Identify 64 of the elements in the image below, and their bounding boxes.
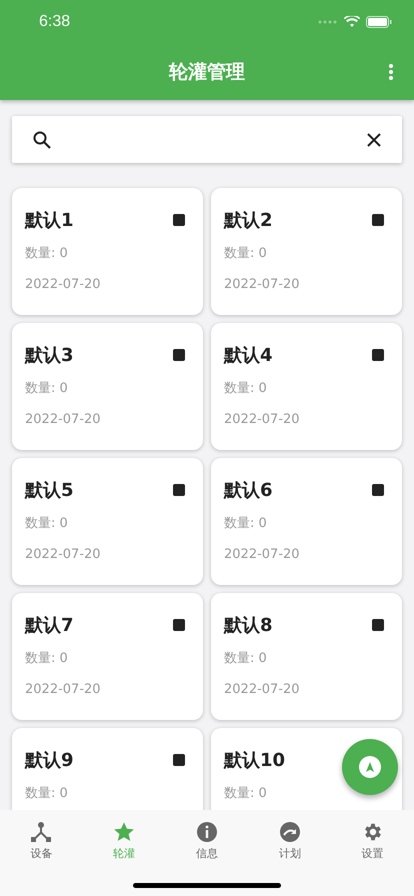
card-background[interactable]: 默认1 数量: 0 2022-07-20 (12, 188, 203, 315)
date-text: 2022-07-20 (25, 411, 102, 429)
group-name: 默认9 (25, 749, 74, 772)
group-name: 默认7 (25, 614, 74, 637)
count-text: 数量: 0 (25, 515, 69, 533)
card-background[interactable]: 默认5 数量: 0 2022-07-20 (12, 458, 203, 585)
group-name: 默认3 (25, 344, 74, 367)
info-icon (196, 821, 218, 843)
page-title: 轮灌管理 (169, 60, 245, 85)
date-text: 2022-07-20 (25, 681, 102, 699)
stop-icon[interactable] (372, 484, 384, 496)
date-text: 2022-07-20 (224, 411, 301, 429)
status-time: 6:38 (39, 13, 70, 31)
stop-icon[interactable] (173, 754, 185, 766)
stop-icon[interactable] (372, 619, 384, 631)
group-name: 默认2 (224, 209, 273, 232)
date-text: 2022-07-20 (25, 546, 102, 564)
date-text: 2022-07-20 (25, 276, 102, 294)
more-icon (388, 64, 394, 80)
date-text: 2022-07-20 (224, 276, 301, 294)
tab[interactable]: 信息 (166, 810, 248, 864)
group-name: 默认6 (224, 479, 273, 502)
stop-icon[interactable] (372, 214, 384, 226)
date-text: 2022-07-20 (224, 681, 301, 699)
card-background[interactable]: 默认3 数量: 0 2022-07-20 (12, 323, 203, 450)
group-name: 默认8 (224, 614, 273, 637)
signal-icon (318, 20, 338, 24)
count-text: 数量: 0 (25, 380, 69, 398)
search-field[interactable] (12, 116, 402, 163)
count-text: 数量: 0 (25, 785, 69, 803)
count-text: 数量: 0 (25, 650, 69, 668)
navigation-icon (359, 756, 381, 778)
redo-icon (278, 821, 301, 843)
card-background[interactable]: 默认4 数量: 0 2022-07-20 (211, 323, 402, 450)
group-name: 默认1 (25, 209, 74, 232)
close-icon[interactable] (366, 132, 382, 148)
tab[interactable]: 设置 (331, 810, 414, 864)
search-icon (32, 130, 52, 150)
wifi-icon (344, 16, 360, 28)
card-background[interactable]: 默认6 数量: 0 2022-07-20 (211, 458, 402, 585)
tab[interactable]: 计划 (248, 810, 332, 864)
count-text: 数量: 0 (224, 245, 268, 263)
stop-icon[interactable] (173, 214, 185, 226)
stop-icon[interactable] (173, 619, 185, 631)
card-background[interactable]: 默认7 数量: 0 2022-07-20 (12, 593, 203, 720)
count-text: 数量: 0 (224, 650, 268, 668)
count-text: 数量: 0 (224, 380, 268, 398)
stop-icon[interactable] (372, 349, 384, 361)
card-background[interactable]: 默认9 数量: 0 (12, 728, 203, 810)
stop-icon[interactable] (173, 484, 185, 496)
network-icon (30, 821, 52, 843)
battery-icon (366, 16, 392, 28)
count-text: 数量: 0 (224, 785, 268, 803)
tab[interactable]: 设备 (0, 810, 83, 864)
stop-icon[interactable] (173, 349, 185, 361)
group-name: 默认5 (25, 479, 74, 502)
group-name: 默认4 (224, 344, 273, 367)
star-icon (113, 821, 136, 843)
count-text: 数量: 0 (224, 515, 268, 533)
group-name: 默认10 (224, 749, 286, 772)
count-text: 数量: 0 (25, 245, 69, 263)
date-text: 2022-07-20 (224, 546, 301, 564)
card-background[interactable]: 默认8 数量: 0 2022-07-20 (211, 593, 402, 720)
card-background[interactable]: 默认2 数量: 0 2022-07-20 (211, 188, 402, 315)
